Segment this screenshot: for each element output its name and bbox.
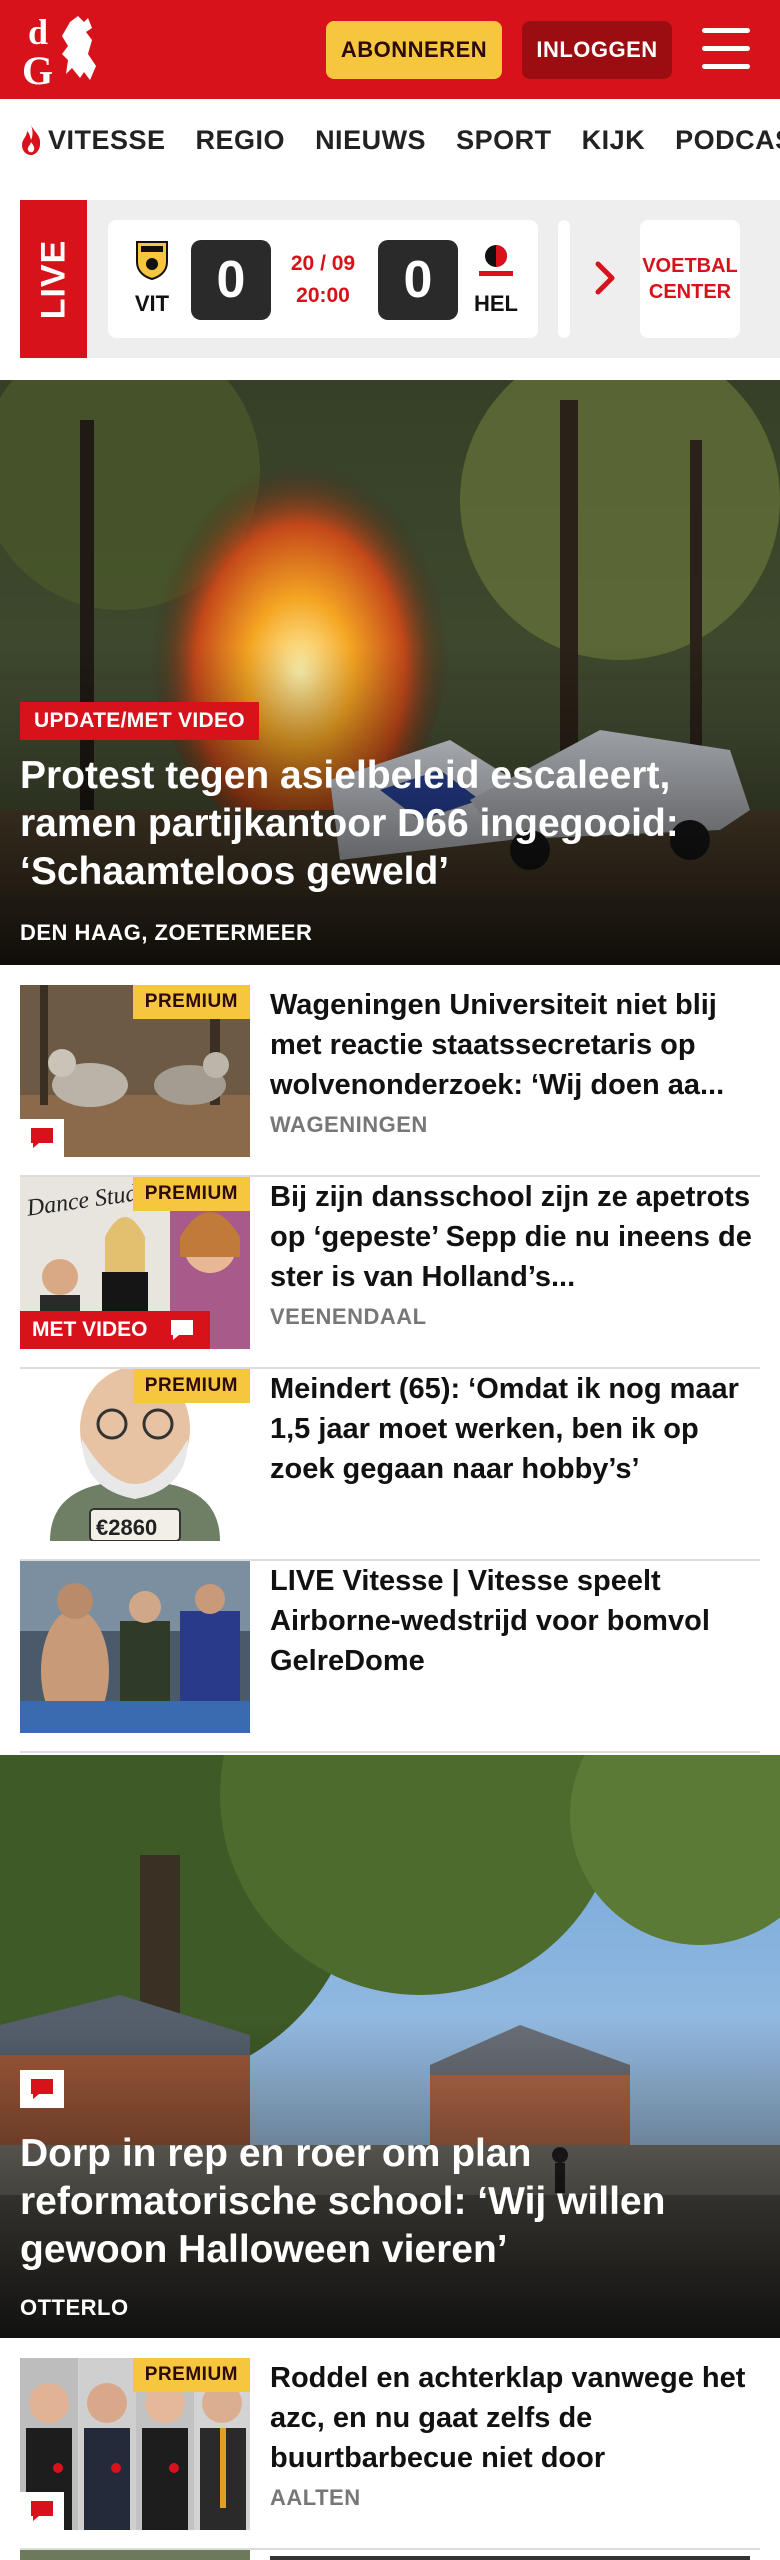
- nav-item-nieuws[interactable]: NIEUWS: [315, 125, 426, 156]
- vitesse-players-photo: [20, 1561, 250, 1733]
- next-article-title-peek: [270, 2556, 750, 2560]
- update-video-tag: UPDATE/MET VIDEO: [20, 702, 259, 740]
- nav-item-podcast[interactable]: PODCAST: [675, 125, 780, 156]
- nav-item-kijk[interactable]: KIJK: [582, 125, 646, 156]
- flame-icon: [22, 125, 41, 155]
- hamburger-menu-icon[interactable]: [702, 28, 750, 70]
- away-team: HEL: [466, 240, 526, 317]
- dg-logo[interactable]: d G: [22, 10, 114, 93]
- article-row-wolves[interactable]: PREMIUM Wageningen Universiteit niet bli…: [20, 985, 760, 1177]
- home-score: 0: [191, 240, 271, 320]
- article-thumbnail: PREMIUM: [20, 2358, 250, 2530]
- live-label: LIVE: [20, 200, 87, 358]
- comment-icon: [160, 1311, 204, 1349]
- match-card[interactable]: VIT 0 20 / 09 20:00 0 HEL: [108, 220, 538, 338]
- match-date: 20 / 09: [290, 252, 356, 275]
- premium-badge: PREMIUM: [132, 985, 250, 1019]
- hero-article-protest[interactable]: UPDATE/MET VIDEO Protest tegen asielbele…: [0, 380, 780, 965]
- main-nav: VITESSE REGIO NIEUWS SPORT KIJK PODCAST: [0, 99, 780, 181]
- premium-badge: PREMIUM: [132, 2358, 250, 2392]
- article-thumbnail: [20, 1561, 250, 1733]
- nav-label: VITESSE: [48, 124, 166, 155]
- subscribe-button[interactable]: ABONNEREN: [326, 21, 502, 79]
- article-title[interactable]: Wageningen Universiteit niet blij met re…: [270, 985, 760, 1105]
- article-thumbnail: Dance Studio Amain PREMIUM MET VIDEO: [20, 1177, 250, 1349]
- article-row-dance[interactable]: Dance Studio Amain PREMIUM MET VIDEO Bij…: [20, 1177, 760, 1369]
- article-title[interactable]: Meindert (65): ‘Omdat ik nog maar 1,5 ja…: [270, 1369, 760, 1489]
- comment-icon: [20, 2492, 64, 2530]
- login-button[interactable]: INLOGGEN: [522, 21, 672, 79]
- article-title[interactable]: Bij zijn dansschool zijn ze apetrots op …: [270, 1177, 760, 1297]
- article-row-vitesse[interactable]: LIVE Vitesse | Vitesse speelt Airborne-w…: [20, 1561, 760, 1753]
- hero-title[interactable]: Dorp in rep en roer om plan reformatoris…: [20, 2130, 760, 2274]
- svg-text:G: G: [22, 48, 53, 90]
- home-team: VIT: [122, 240, 182, 317]
- away-team-abbr: HEL: [474, 291, 518, 316]
- comment-icon: [20, 1119, 64, 1157]
- hero-location: OTTERLO: [20, 2295, 129, 2320]
- article-row-meindert[interactable]: €2860 PREMIUM Meindert (65): ‘Omdat ik n…: [20, 1369, 760, 1561]
- nav-item-regio[interactable]: REGIO: [196, 125, 286, 156]
- article-thumbnail: PREMIUM: [20, 985, 250, 1157]
- helmond-sport-crest-icon: [479, 245, 513, 276]
- match-time: 20:00: [296, 284, 350, 307]
- nav-item-sport[interactable]: SPORT: [456, 125, 552, 156]
- voetbal-center-link[interactable]: VOETBAL CENTER: [640, 220, 740, 338]
- article-title[interactable]: Roddel en achterklap vanwege het azc, en…: [270, 2358, 760, 2478]
- hero-location: DEN HAAG, ZOETERMEER: [20, 920, 313, 945]
- article-location: WAGENINGEN: [270, 1112, 428, 1137]
- article-row-aalten[interactable]: PREMIUM Roddel en achterklap vanwege het…: [20, 2358, 760, 2550]
- top-header: d G ABONNEREN INLOGGEN: [0, 0, 780, 99]
- article-location: AALTEN: [270, 2485, 361, 2510]
- chevron-right-icon[interactable]: [590, 258, 620, 298]
- article-location: VEENENDAAL: [270, 1304, 427, 1329]
- home-team-abbr: VIT: [134, 291, 170, 316]
- svg-text:d: d: [28, 12, 48, 52]
- nav-item-vitesse[interactable]: VITESSE: [18, 124, 166, 156]
- article-thumbnail: €2860 PREMIUM: [20, 1369, 250, 1541]
- thumb-price-text: €2860: [96, 1515, 158, 1540]
- vitesse-crest-icon: [136, 241, 168, 281]
- hero-title[interactable]: Protest tegen asielbeleid escaleert, ram…: [20, 752, 760, 896]
- next-article-thumbnail-peek: [20, 2550, 250, 2560]
- hero-article-otterlo[interactable]: Dorp in rep en roer om plan reformatoris…: [0, 1755, 780, 2338]
- card-divider: [558, 220, 570, 338]
- premium-badge: PREMIUM: [132, 1177, 250, 1211]
- article-title[interactable]: LIVE Vitesse | Vitesse speelt Airborne-w…: [270, 1561, 760, 1681]
- live-scores-bar: LIVE VIT 0 20 / 09 20:00 0 HEL VOETBAL C…: [20, 200, 780, 358]
- premium-badge: PREMIUM: [132, 1369, 250, 1403]
- comment-icon: [20, 2070, 64, 2108]
- match-datetime: 20 / 09 20:00: [273, 248, 373, 312]
- away-score: 0: [378, 240, 458, 320]
